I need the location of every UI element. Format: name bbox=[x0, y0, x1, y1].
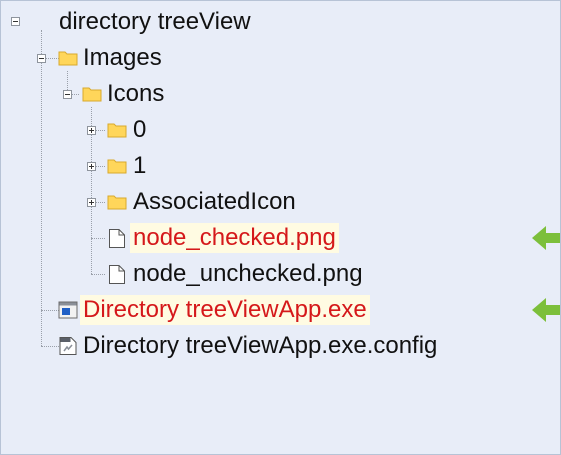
arrow-left-icon bbox=[532, 226, 560, 250]
config-file-icon bbox=[59, 337, 77, 355]
expand-toggle-folder-0[interactable] bbox=[87, 126, 96, 135]
folder-icon bbox=[107, 159, 127, 174]
expand-toggle-associated-icon[interactable] bbox=[87, 198, 96, 207]
tree-node-images[interactable]: Images bbox=[83, 43, 162, 73]
tree-guide-line bbox=[41, 310, 59, 311]
tree-node-node-unchecked[interactable]: node_unchecked.png bbox=[133, 259, 363, 289]
folder-icon bbox=[107, 123, 127, 138]
tree-node-exe[interactable]: Directory treeViewApp.exe bbox=[80, 295, 370, 325]
tree-node-associated-icon[interactable]: AssociatedIcon bbox=[133, 187, 296, 217]
collapse-toggle-root[interactable] bbox=[11, 17, 20, 26]
tree-guide-line bbox=[41, 30, 42, 346]
directory-tree-view[interactable]: directory treeView Images Icons 0 1 Asso… bbox=[0, 0, 561, 455]
collapse-toggle-icons[interactable] bbox=[63, 90, 72, 99]
folder-icon bbox=[82, 87, 102, 102]
expand-toggle-folder-1[interactable] bbox=[87, 162, 96, 171]
tree-node-config[interactable]: Directory treeViewApp.exe.config bbox=[83, 331, 437, 361]
file-icon bbox=[109, 265, 125, 284]
tree-node-root[interactable]: directory treeView bbox=[59, 7, 251, 37]
arrow-left-icon bbox=[532, 298, 560, 322]
tree-guide-line bbox=[41, 346, 59, 347]
application-icon bbox=[58, 301, 78, 319]
tree-node-folder-1[interactable]: 1 bbox=[133, 151, 146, 181]
folder-icon bbox=[58, 51, 78, 66]
tree-node-node-checked[interactable]: node_checked.png bbox=[130, 223, 339, 253]
collapse-toggle-images[interactable] bbox=[37, 54, 46, 63]
file-icon bbox=[109, 229, 125, 248]
tree-node-folder-0[interactable]: 0 bbox=[133, 115, 146, 145]
tree-guide-line bbox=[91, 238, 105, 239]
folder-icon bbox=[107, 195, 127, 210]
tree-node-icons[interactable]: Icons bbox=[107, 79, 164, 109]
tree-guide-line bbox=[91, 274, 105, 275]
